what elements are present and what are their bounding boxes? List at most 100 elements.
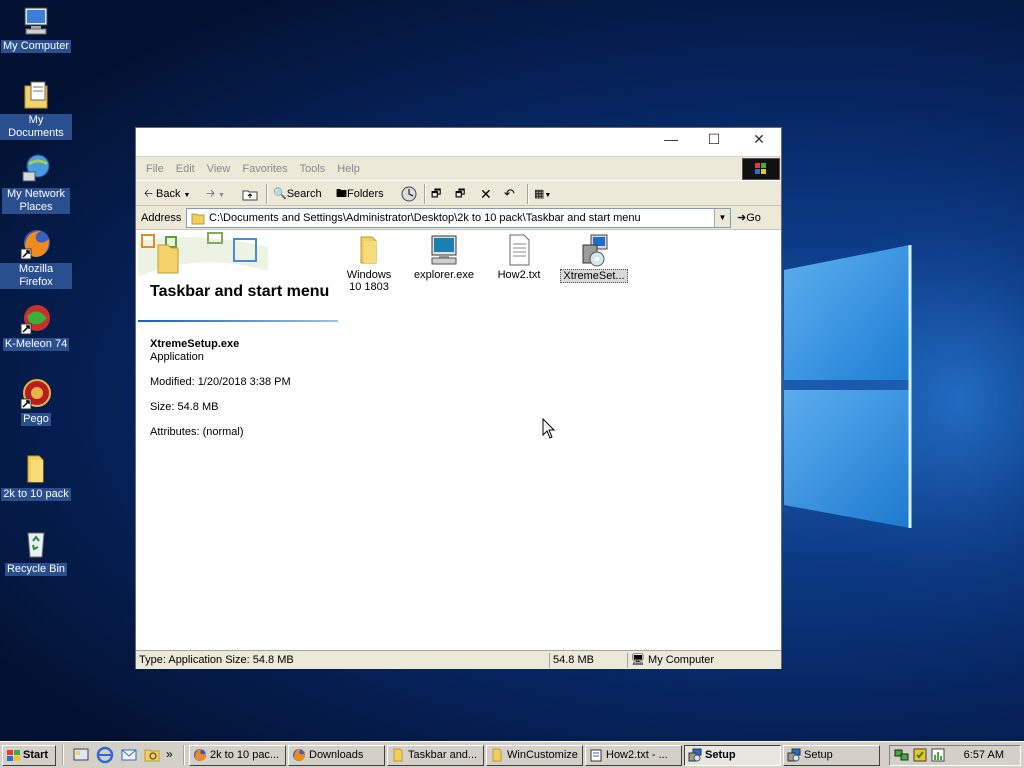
internet-explorer-icon[interactable] — [96, 746, 114, 764]
back-arrow-icon: 🡠 — [144, 188, 153, 200]
task-label: Downloads — [309, 749, 364, 761]
menu-view[interactable]: View — [201, 157, 237, 181]
copy-to-button[interactable]: 🗗 — [455, 184, 465, 204]
search-button[interactable]: 🔍Search — [273, 184, 322, 204]
pego-icon — [20, 379, 51, 410]
selected-file-type: Application — [150, 351, 204, 363]
file-item-label: Windows 10 1803 — [346, 269, 392, 293]
taskbar-item-setup[interactable]: Setup — [783, 745, 880, 766]
computer-icon — [24, 7, 48, 35]
status-size: 54.8 MB — [549, 653, 627, 668]
documents-folder-icon — [24, 81, 48, 109]
file-item-explorer-exe[interactable]: explorer.exe — [408, 231, 480, 281]
task-label: Setup — [705, 749, 736, 761]
task-label: Setup — [804, 749, 833, 761]
move-to-icon: 🗗 — [431, 188, 442, 200]
taskbar-separator — [62, 745, 64, 765]
file-item-windows-10-1803[interactable]: Windows 10 1803 — [333, 231, 405, 293]
setup-icon — [787, 748, 801, 762]
taskbar-item-how2-txt[interactable]: How2.txt - ... — [585, 745, 682, 766]
network-tray-icon[interactable] — [894, 747, 910, 766]
delete-icon: ✕ — [480, 186, 492, 202]
file-item-how2-txt[interactable]: How2.txt — [483, 231, 555, 281]
maximize-icon[interactable]: ☐ — [692, 128, 736, 150]
desktop-icon-label: Pego — [21, 413, 51, 426]
start-label: Start — [23, 749, 49, 761]
status-zone-label: My Computer — [648, 654, 715, 666]
taskbar-item-wincustomize[interactable]: WinCustomize — [486, 745, 583, 766]
desktop-icon-my-documents[interactable]: My Documents — [0, 78, 72, 140]
folders-button[interactable]: 🖿Folders — [336, 184, 384, 204]
setup-icon — [582, 234, 608, 267]
taskbar-item-taskbar-and-start-menu[interactable]: Taskbar and... — [387, 745, 484, 766]
file-item-xtremesetup-exe[interactable]: XtremeSet... — [558, 231, 630, 283]
undo-button[interactable]: ↶ — [504, 184, 515, 204]
menu-tools[interactable]: Tools — [294, 157, 332, 181]
my-computer-icon: 🖥 — [631, 654, 645, 666]
menu-file[interactable]: File — [140, 157, 170, 181]
desktop-icon-mozilla-firefox[interactable]: Mozilla Firefox — [0, 227, 72, 289]
desktop-icon-label: 2k to 10 pack — [1, 488, 71, 501]
minimize-icon[interactable]: — — [649, 128, 693, 150]
status-bar: Type: Application Size: 54.8 MB 54.8 MB … — [136, 650, 781, 669]
move-to-button[interactable]: 🗗 — [431, 184, 441, 204]
menu-help[interactable]: Help — [331, 157, 366, 181]
taskbar-item-setup-active[interactable]: Setup — [684, 745, 781, 766]
status-info: Type: Application Size: 54.8 MB — [139, 654, 294, 666]
back-button[interactable]: 🡠 Back ▼ — [144, 184, 190, 204]
folder-icon — [191, 213, 205, 225]
desktop-icon-k-meleon[interactable]: K-Meleon 74 — [0, 302, 72, 351]
delete-button[interactable]: ✕ — [480, 184, 492, 204]
system-tray: 6:57 AM — [889, 745, 1021, 766]
up-folder-icon — [242, 190, 258, 201]
explorer-quicklaunch-icon[interactable] — [143, 746, 161, 764]
chevron-down-icon: ▼ — [183, 192, 191, 199]
explorer-window[interactable]: — ☐ ✕ File Edit View Favorites Tools Help 🡠 B… — [135, 127, 782, 669]
close-icon[interactable]: ✕ — [737, 128, 781, 150]
desktop-icon-recycle-bin[interactable]: Recycle Bin — [0, 527, 72, 576]
recycle-bin-icon — [27, 532, 45, 558]
task-label: 2k to 10 pac... — [210, 749, 280, 761]
address-label: Address — [141, 212, 182, 224]
outlook-express-icon[interactable] — [120, 746, 138, 764]
antivirus-tray-icon[interactable] — [912, 747, 928, 766]
folder-content[interactable]: Taskbar and start menu XtremeSetup.exe A… — [138, 231, 781, 649]
toolbar-separator — [527, 184, 529, 204]
desktop-icon-pego[interactable]: Pego — [0, 377, 72, 426]
taskbar-item-2k-to-10-pack[interactable]: 2k to 10 pac... — [189, 745, 286, 766]
folder-title: Taskbar and start menu — [150, 283, 330, 300]
go-button[interactable]: ➜Go — [737, 209, 761, 227]
start-button[interactable]: Start — [2, 745, 56, 766]
task-label: WinCustomize — [507, 749, 578, 761]
menu-edit[interactable]: Edit — [170, 157, 201, 181]
clock[interactable]: 6:57 AM — [964, 746, 1004, 765]
title-bar[interactable]: — ☐ ✕ — [136, 128, 781, 156]
desktop-icon-my-network-places[interactable]: My Network Places — [0, 152, 72, 214]
folders-label: Folders — [347, 188, 384, 200]
quicklaunch-overflow-icon[interactable]: » — [166, 746, 184, 764]
k-meleon-icon — [20, 305, 50, 335]
selected-file-modified: Modified: 1/20/2018 3:38 PM — [150, 376, 291, 388]
selected-file-attributes: Attributes: (normal) — [150, 426, 244, 438]
monitor-tray-icon[interactable] — [930, 747, 946, 766]
views-button[interactable]: ▦▼ — [534, 184, 551, 204]
taskbar-item-downloads[interactable]: Downloads — [288, 745, 385, 766]
address-bar: Address C:\Documents and Settings\Admini… — [136, 206, 781, 230]
chevron-down-icon: ▼ — [544, 192, 552, 199]
folder-webview-panel: Taskbar and start menu — [138, 231, 338, 322]
desktop-icon-2k-to-10-pack[interactable]: 2k to 10 pack — [0, 452, 72, 501]
search-icon: 🔍 — [273, 188, 287, 200]
address-input[interactable]: C:\Documents and Settings\Administrator\… — [186, 208, 731, 228]
menu-favorites[interactable]: Favorites — [236, 157, 293, 181]
firefox-icon — [20, 230, 50, 260]
setup-icon — [688, 748, 702, 762]
desktop-icon-label: My Computer — [0, 40, 72, 53]
history-button[interactable] — [400, 184, 418, 204]
show-desktop-icon[interactable] — [72, 746, 90, 764]
views-icon: ▦ — [534, 188, 545, 200]
forward-button[interactable]: 🡢 ▼ — [206, 184, 225, 204]
desktop-icon-my-computer[interactable]: My Computer — [0, 4, 72, 53]
up-folder-button[interactable] — [242, 184, 258, 204]
go-arrow-icon: ➜ — [737, 212, 747, 224]
address-dropdown-icon[interactable]: ▼ — [714, 209, 730, 227]
